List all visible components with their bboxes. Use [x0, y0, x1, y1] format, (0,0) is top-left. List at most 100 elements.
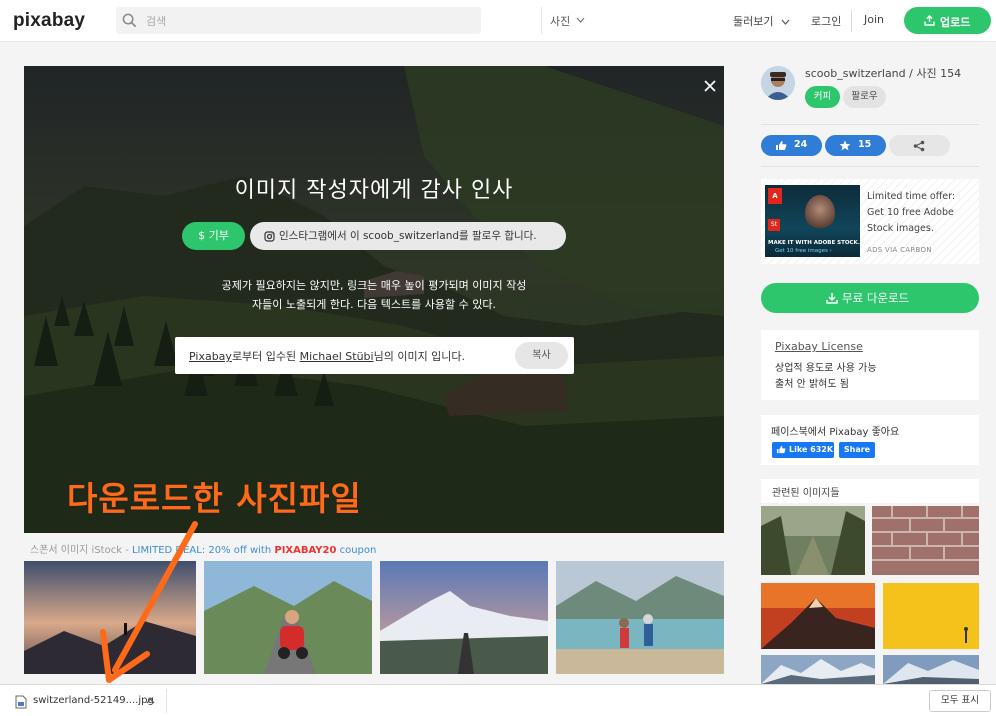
search-bar[interactable]: 검색 사진 [116, 7, 585, 34]
ad-face [805, 195, 835, 231]
favorite-button[interactable]: 15 [825, 135, 886, 156]
chevron-up-icon[interactable] [146, 698, 155, 704]
author-info: scoob_switzerland / 사진 154 [805, 65, 961, 81]
facebook-share-button[interactable]: Share [839, 442, 875, 458]
like-button[interactable]: 24 [761, 135, 822, 156]
chevron-down-icon [781, 19, 790, 25]
browser-download-bar: switzerland-52149....jpg 모두 표시 [0, 684, 996, 716]
related-thumb-3[interactable] [761, 583, 875, 649]
annotation-label: 다운로드한 사진파일 [67, 479, 362, 518]
free-download-label: 무료 다운로드 [842, 291, 910, 305]
downloaded-filename[interactable]: switzerland-52149....jpg [33, 695, 154, 706]
facebook-like-button[interactable]: Like 632K [772, 442, 834, 458]
star-icon [839, 140, 851, 151]
nav-explore[interactable]: 둘러보기 [733, 13, 790, 29]
search-type-label: 사진 [550, 15, 571, 28]
ad-caption: MAKE IT WITH ADOBE STOCK. [768, 240, 860, 246]
search-icon [122, 13, 137, 28]
annotation-arrow-icon [100, 521, 198, 683]
donate-button[interactable]: $ 기부 [182, 222, 245, 250]
license-link[interactable]: Pixabay License [775, 340, 863, 353]
related-image-2 [872, 506, 979, 575]
sponsored-image-2 [204, 561, 372, 674]
sponsored-thumb-2[interactable] [204, 561, 372, 674]
hero-image-overlay: 이미지 작성자에게 감사 인사 $ 기부 인스타그램에서 이 scoob_swi… [24, 66, 724, 533]
related-thumb-4[interactable] [883, 583, 979, 649]
download-bar-divider [166, 689, 167, 713]
copy-button[interactable]: 복사 [515, 342, 568, 369]
search-type-dropdown[interactable]: 사진 [541, 7, 596, 34]
search-input[interactable]: 검색 [146, 13, 166, 29]
follow-button[interactable]: 팔로우 [843, 86, 886, 108]
related-image-4 [883, 583, 979, 649]
sponsored-thumb-4[interactable] [556, 561, 724, 674]
sidebar-divider [761, 166, 979, 167]
related-image-6 [883, 655, 979, 684]
nav-divider [851, 10, 852, 32]
upload-button[interactable]: 업로드 [904, 7, 991, 34]
related-images-header: 관련된 이미지들 [761, 479, 979, 503]
photo-count: / 사진 154 [905, 67, 962, 80]
chevron-down-icon [576, 17, 585, 23]
author-name[interactable]: scoob_switzerland [805, 67, 906, 80]
sponsored-code: PIXABAY20 [274, 545, 337, 556]
like-count: 24 [794, 139, 808, 150]
related-image-5 [761, 655, 875, 684]
license-box: Pixabay License 상업적 용도로 사용 가능 출처 안 밝혀도 됨 [761, 330, 979, 400]
facebook-like-label: Like 632K [789, 445, 834, 454]
share-button[interactable] [889, 135, 950, 156]
ad-image: A St MAKE IT WITH ADOBE STOCK. Get 10 fr… [765, 185, 860, 257]
upload-icon [924, 15, 935, 26]
sponsored-suffix: coupon [336, 545, 377, 556]
adobe-logo-icon: A [768, 188, 782, 204]
related-thumb-2[interactable] [872, 506, 979, 575]
attribution-text: Pixabay로부터 입수된 Michael Stübi님의 이미지 입니다. [189, 348, 465, 364]
share-icon [913, 140, 925, 152]
favorite-count: 15 [858, 139, 872, 150]
adobe-stock-icon: St [768, 219, 780, 231]
sponsored-image-3 [380, 561, 548, 674]
close-icon[interactable] [702, 78, 718, 94]
ad-via[interactable]: ADS VIA CARBON [867, 246, 932, 254]
free-download-button[interactable]: 무료 다운로드 [761, 283, 979, 313]
facebook-title: 페이스북에서 Pixabay 좋아요 [771, 427, 900, 438]
sponsored-thumb-3[interactable] [380, 561, 548, 674]
instagram-follow-button[interactable]: 인스타그램에서 이 scoob_switzerland를 팔로우 합니다. [250, 222, 566, 250]
facebook-box: 페이스북에서 Pixabay 좋아요 Like 632K Share [761, 415, 979, 465]
instagram-follow-label: 인스타그램에서 이 scoob_switzerland를 팔로우 합니다. [279, 230, 537, 242]
pixabay-link[interactable]: Pixabay [189, 350, 232, 363]
related-thumb-6[interactable] [883, 655, 979, 684]
sponsored-image-4 [556, 561, 724, 674]
license-line-1: 상업적 용도로 사용 가능 [775, 363, 877, 374]
download-icon [826, 293, 838, 304]
related-thumb-5[interactable] [761, 655, 875, 684]
coffee-button[interactable]: 커피 [805, 86, 840, 108]
related-image-3 [761, 583, 875, 649]
nav-login[interactable]: 로그인 [811, 13, 841, 29]
avatar-image [761, 66, 795, 100]
carbon-ad[interactable]: A St MAKE IT WITH ADOBE STOCK. Get 10 fr… [761, 179, 979, 264]
attribution-middle: 로부터 입수된 [231, 350, 300, 363]
ad-text[interactable]: Limited time offer: Get 10 free Adobe St… [867, 189, 975, 237]
attribution-box: Pixabay로부터 입수된 Michael Stübi님의 이미지 입니다. … [175, 337, 574, 374]
thank-author-title: 이미지 작성자에게 감사 인사 [234, 178, 514, 203]
license-line-2: 출처 안 밝혀도 됨 [775, 379, 849, 390]
author-link[interactable]: Michael Stübi [300, 350, 374, 363]
nav-explore-label: 둘러보기 [733, 15, 774, 28]
thumbs-up-icon [776, 445, 786, 454]
sidebar-divider [761, 124, 979, 125]
ad-caption-link: Get 10 free images › [775, 248, 832, 254]
related-thumb-1[interactable] [761, 506, 865, 575]
related-image-1 [761, 506, 865, 575]
attribution-description: 공제가 필요하지는 않지만, 링크는 매우 높이 평가되며 이미지 작성자들이 … [221, 279, 527, 311]
nav-join[interactable]: Join [864, 13, 884, 26]
related-images-title: 관련된 이미지들 [772, 488, 840, 499]
instagram-icon [264, 231, 275, 242]
show-all-downloads-button[interactable]: 모두 표시 [929, 690, 991, 712]
pixabay-logo[interactable]: pixabay [13, 10, 85, 32]
attribution-end: 님의 이미지 입니다. [373, 350, 466, 363]
top-header: pixabay 검색 사진 둘러보기 로그인 Join 업로드 [0, 0, 996, 42]
thumbs-up-icon [776, 141, 787, 150]
image-file-icon [15, 695, 27, 709]
author-avatar[interactable] [761, 66, 795, 100]
